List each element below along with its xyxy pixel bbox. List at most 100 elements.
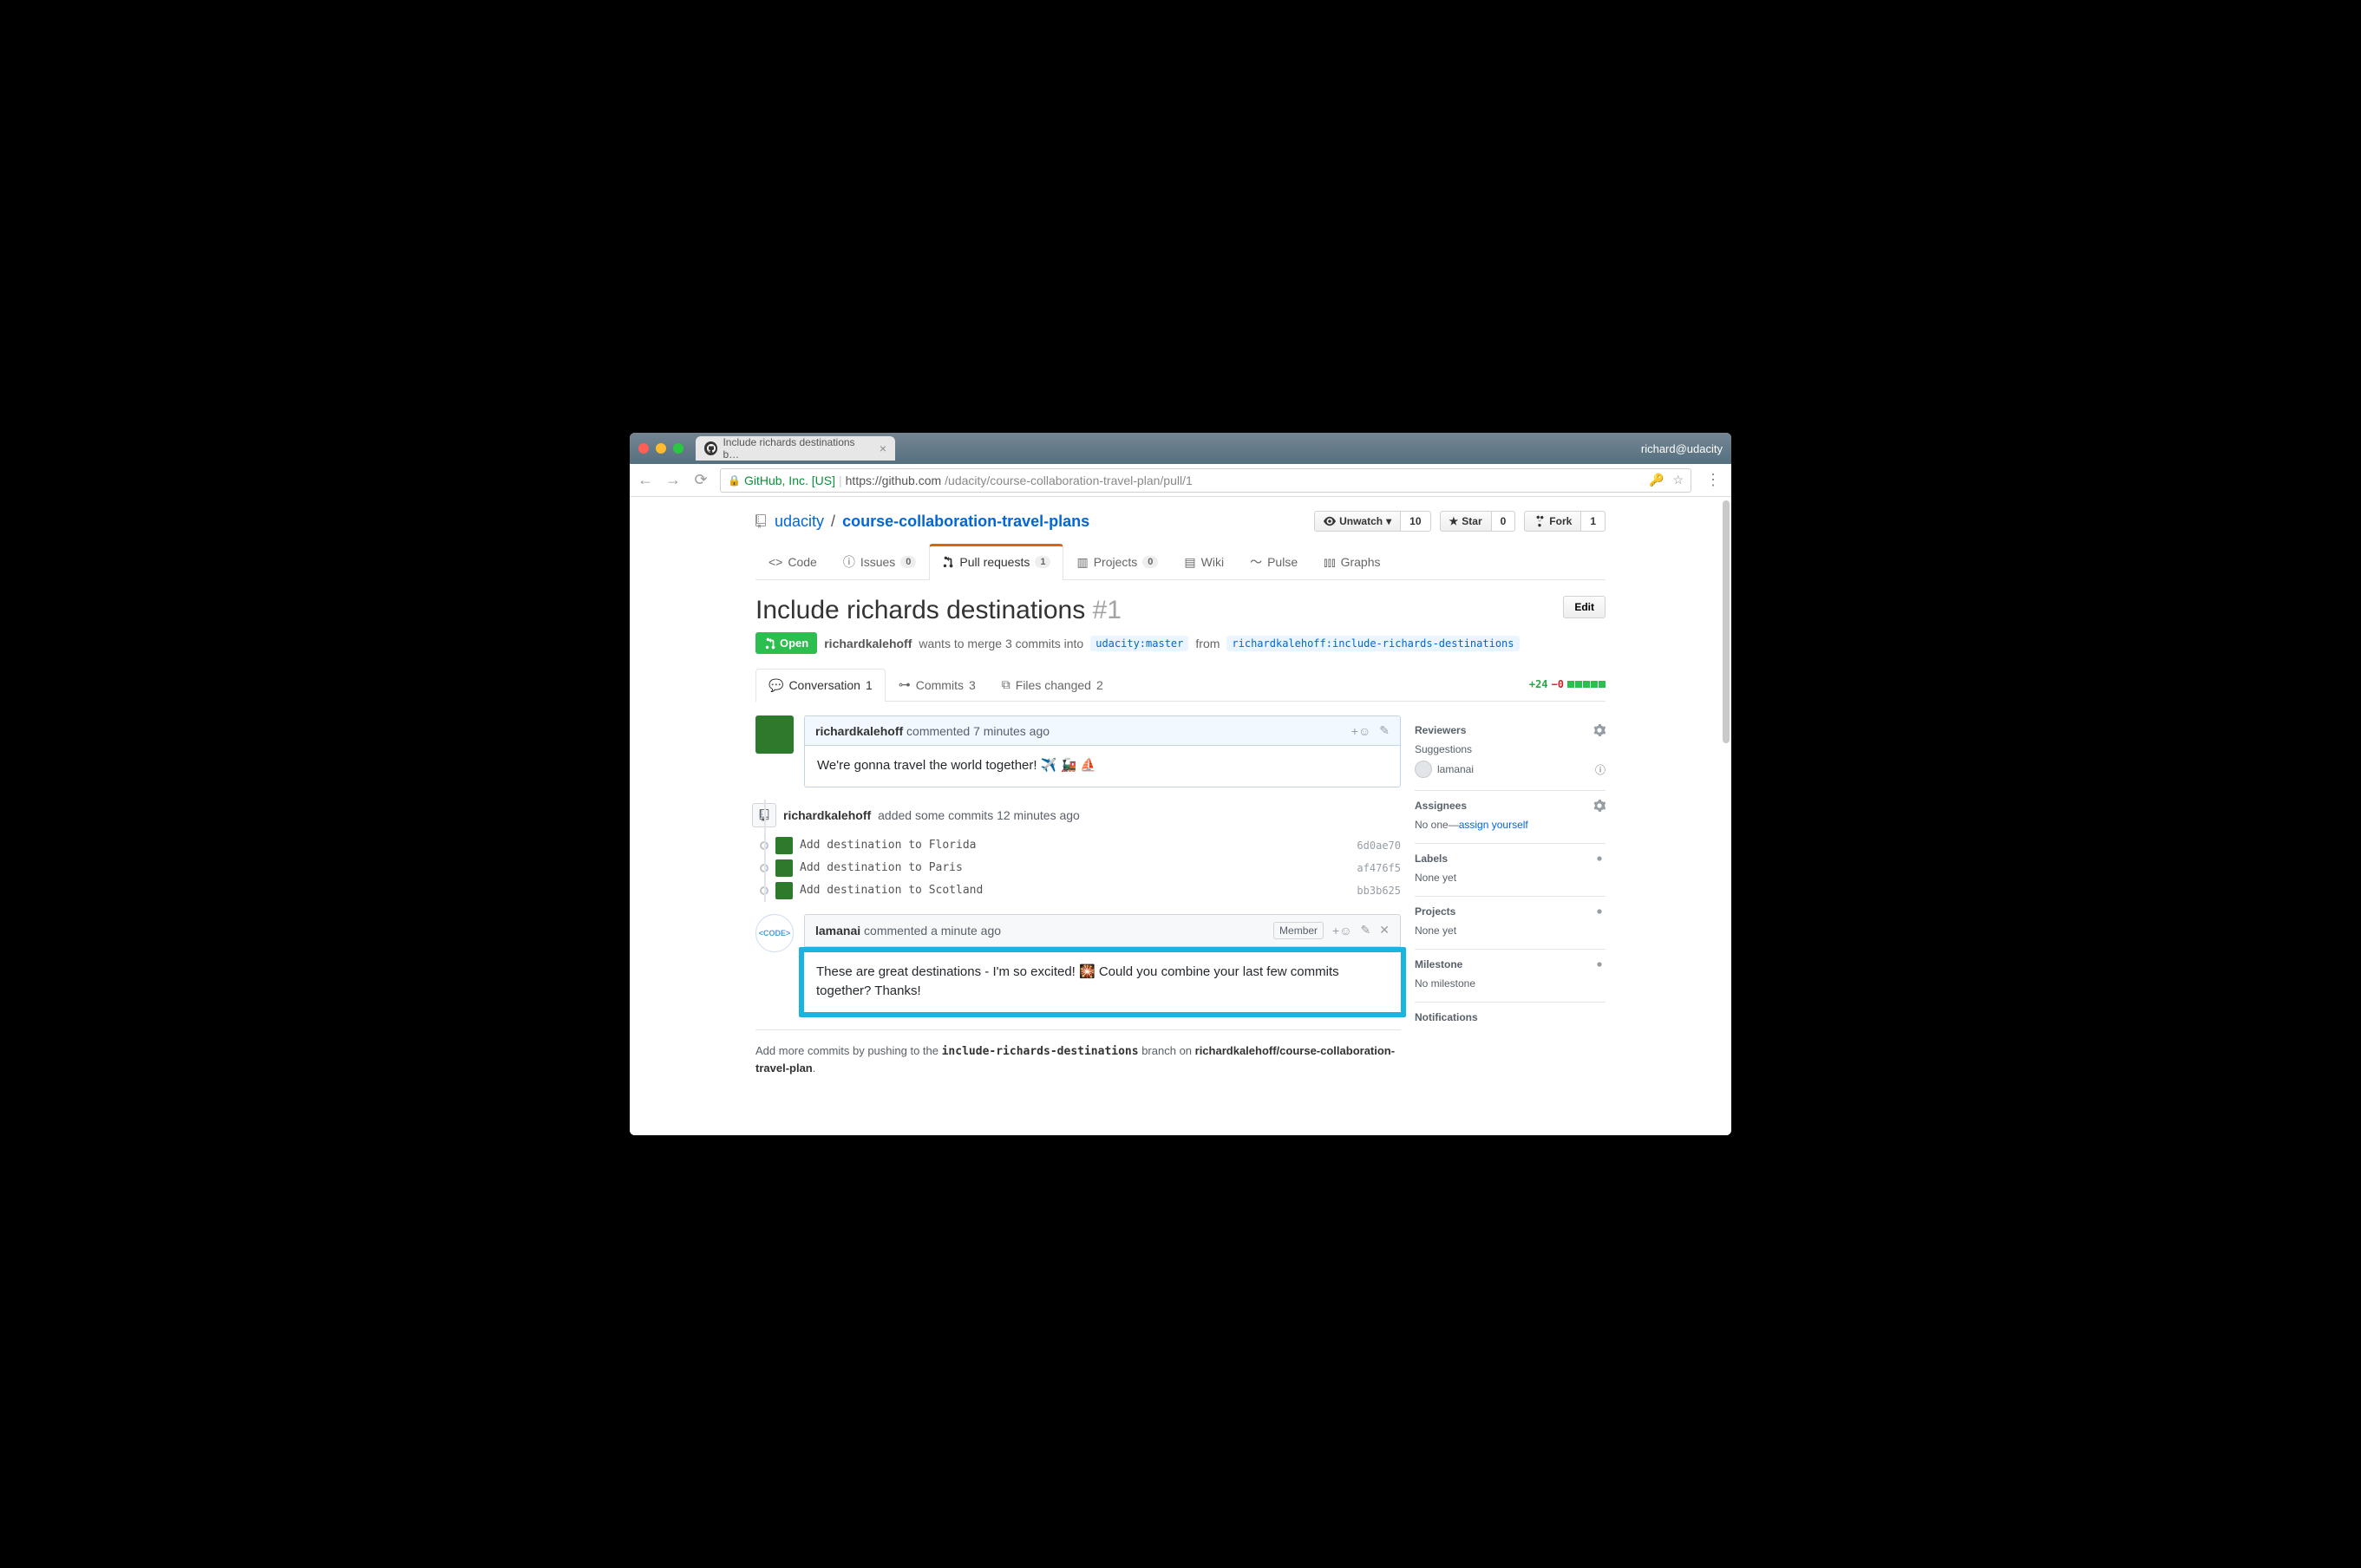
commit-dot-icon [760,864,768,872]
back-button[interactable]: ← [637,471,654,489]
discussion-main: richardkalehoff commented 7 minutes ago … [755,715,1401,1077]
repo-title: udacity / course-collaboration-travel-pl… [755,513,1089,531]
traffic-lights [638,443,683,454]
head-branch[interactable]: richardkalehoff:include-richards-destina… [1226,636,1519,651]
sidebar-labels-title: Labels [1415,853,1448,865]
sidebar-projects-title: Projects [1415,905,1455,918]
nav-code[interactable]: <> Code [755,544,830,579]
nav-projects[interactable]: ▥ Projects 0 [1063,544,1171,579]
pr-author[interactable]: richardkalehoff [824,637,912,650]
comment-author[interactable]: richardkalehoff [815,724,903,738]
star-button[interactable]: ★ Star [1440,511,1492,532]
sidebar-reviewers-title: Reviewers [1415,724,1466,736]
commit-group: richardkalehoff added some commits 12 mi… [780,800,1401,902]
base-branch[interactable]: udacity:master [1090,636,1188,651]
add-reaction-icon[interactable]: +☺ [1351,724,1370,738]
edit-comment-icon[interactable]: ✎ [1361,923,1371,938]
forward-button[interactable]: → [664,471,682,489]
nav-pulse[interactable]: 〜 Pulse [1237,544,1311,579]
gear-icon[interactable] [1593,853,1606,865]
eye-icon [1324,515,1336,527]
avatar [775,882,793,899]
delete-comment-icon[interactable]: ✕ [1379,923,1390,938]
project-icon: ▥ [1076,555,1088,570]
git-pull-request-icon [942,556,954,568]
repo-owner-link[interactable]: udacity [775,513,824,531]
gear-icon[interactable] [1593,724,1606,736]
close-tab-icon[interactable]: × [880,441,886,455]
browser-menu-icon[interactable]: ⋮ [1702,471,1724,489]
diffstat: +24 −0 [1529,678,1606,690]
pr-title: Include richards destinations #1 [755,596,1122,625]
timeline-comment: <CODE> lamanai commented a minute ago Me… [755,914,1401,1017]
commit-sha[interactable]: 6d0ae70 [1357,840,1401,852]
nav-pull-requests[interactable]: Pull requests 1 [929,544,1063,580]
gear-icon[interactable] [1593,958,1606,970]
commit-icon: ⊶ [899,677,911,692]
watch-count[interactable]: 10 [1401,511,1430,532]
repo-icon [755,514,769,528]
browser-tab[interactable]: Include richards destinations b… × [696,436,895,461]
info-icon[interactable]: ⓘ [1595,762,1606,777]
comment-body: These are great destinations - I'm so ex… [804,952,1401,1012]
pr-sidebar: Reviewers Suggestions lamanai ⓘ [1415,715,1606,1077]
profile-label[interactable]: richard@udacity [1641,442,1723,455]
minimize-window-button[interactable] [656,443,666,454]
github-favicon-icon [704,441,717,455]
tab-commits[interactable]: ⊶ Commits 3 [886,668,989,701]
gear-icon[interactable] [1593,905,1606,918]
address-bar[interactable]: 🔒 GitHub, Inc. [US] | https://github.com… [720,468,1691,493]
avatar[interactable]: <CODE> [755,914,794,952]
highlighted-comment: These are great destinations - I'm so ex… [799,947,1406,1017]
pr-state-badge: Open [755,632,817,654]
assign-yourself-link[interactable]: assign yourself [1459,819,1528,831]
edit-title-button[interactable]: Edit [1563,596,1606,618]
lock-icon: 🔒 [728,474,741,487]
repo-name-link[interactable]: course-collaboration-travel-plans [842,513,1089,531]
avatar[interactable] [755,715,794,754]
commit-row[interactable]: Add destination to Paris af476f5 [780,857,1401,879]
code-icon: <> [768,555,782,569]
gear-icon[interactable] [1593,800,1606,812]
nav-graphs[interactable]: ⫾⫾⫾ Graphs [1311,544,1393,579]
add-reaction-icon[interactable]: +☺ [1332,924,1351,938]
secure-origin: GitHub, Inc. [US] [744,474,835,487]
sidebar-notifications-title: Notifications [1415,1011,1478,1023]
scrollbar[interactable] [1723,500,1730,743]
browser-toolbar: ← → ⟳ 🔒 GitHub, Inc. [US] | https://gith… [630,464,1731,497]
star-count[interactable]: 0 [1492,511,1516,532]
comment-meta: commented 7 minutes ago [906,724,1050,738]
watch-button[interactable]: Unwatch ▾ [1314,511,1401,532]
key-icon[interactable]: 🔑 [1649,473,1664,487]
reload-button[interactable]: ⟳ [692,471,710,489]
close-window-button[interactable] [638,443,649,454]
commit-sha[interactable]: af476f5 [1357,862,1401,874]
repo-header: udacity / course-collaboration-travel-pl… [755,511,1606,544]
fork-count[interactable]: 1 [1581,511,1606,532]
caret-down-icon: ▾ [1386,515,1391,527]
diff-icon: ⧉ [1002,677,1010,692]
fork-button[interactable]: Fork [1524,511,1581,532]
pr-tabnav: 💬 Conversation 1 ⊶ Commits 3 ⧉ Files cha… [755,668,1606,702]
commit-row[interactable]: Add destination to Scotland bb3b625 [780,879,1401,902]
commit-row[interactable]: Add destination to Florida 6d0ae70 [780,834,1401,857]
url-path: /udacity/course-collaboration-travel-pla… [945,474,1193,487]
timeline-comment: richardkalehoff commented 7 minutes ago … [755,715,1401,787]
member-badge: Member [1273,922,1324,939]
reviewer-suggestion[interactable]: lamanai [1437,763,1474,775]
comment-meta: commented a minute ago [864,924,1001,938]
nav-wiki[interactable]: ▤ Wiki [1171,544,1237,579]
edit-comment-icon[interactable]: ✎ [1379,723,1390,738]
commit-sha[interactable]: bb3b625 [1357,885,1401,897]
comment-body: We're gonna travel the world together! ✈… [805,746,1400,787]
tab-conversation[interactable]: 💬 Conversation 1 [755,669,886,702]
book-icon: ▤ [1184,555,1195,570]
repo-push-icon [752,803,776,827]
tab-files-changed[interactable]: ⧉ Files changed 2 [989,668,1116,701]
page-content: udacity / course-collaboration-travel-pl… [630,497,1731,1135]
commits-author[interactable]: richardkalehoff [783,808,871,822]
comment-author[interactable]: lamanai [815,924,860,938]
nav-issues[interactable]: ⓘ Issues 0 [830,544,930,579]
bookmark-star-icon[interactable]: ☆ [1672,473,1684,487]
maximize-window-button[interactable] [673,443,683,454]
